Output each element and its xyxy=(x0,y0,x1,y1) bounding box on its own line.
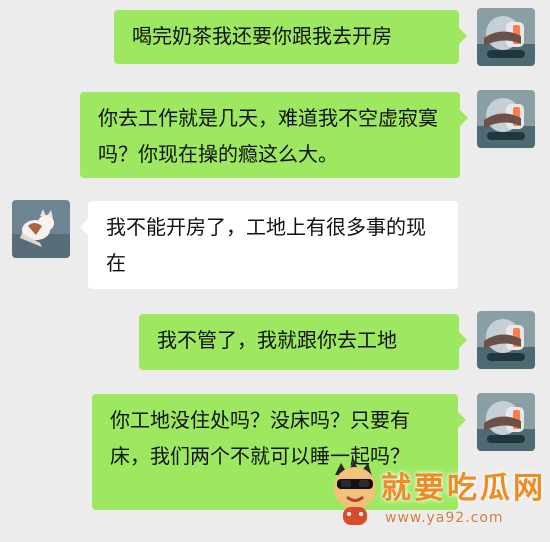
chat-bubble-self[interactable]: 喝完奶茶我还要你跟我去开房 xyxy=(114,10,467,64)
chat-bubble-self[interactable]: 你去工作就是几天，难道我不空虚寂寞吗？你现在操的瘾这么大。 xyxy=(80,92,468,178)
chat-bubble-self[interactable]: 我不管了，我就跟你去工地 xyxy=(139,314,467,370)
contact-avatar-left[interactable] xyxy=(12,200,70,258)
user-avatar-right[interactable] xyxy=(477,90,535,148)
user-avatar-right[interactable] xyxy=(477,8,535,66)
chat-bubble-other[interactable]: 我不能开房了，工地上有很多事的现在 xyxy=(80,201,458,289)
user-avatar-right[interactable] xyxy=(477,393,535,451)
user-avatar-right[interactable] xyxy=(477,311,535,369)
mascot-icon xyxy=(325,455,385,530)
watermark-url: www.ya92.com xyxy=(385,510,504,526)
watermark-brand: 就要吃瓜网 xyxy=(381,471,546,506)
site-watermark: 就要吃瓜网 www.ya92.com xyxy=(325,455,550,542)
